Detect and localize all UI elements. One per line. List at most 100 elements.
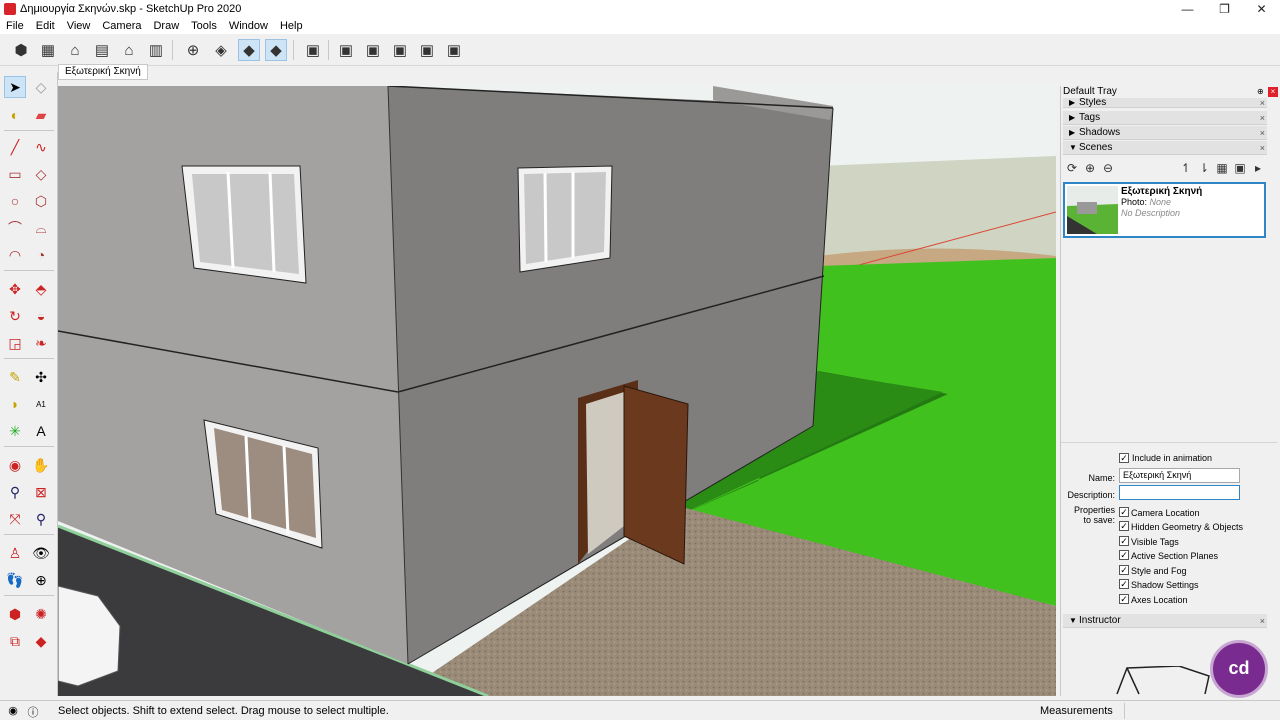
tray-close-button[interactable]: ×	[1268, 87, 1278, 97]
top-view-icon[interactable]: ▦	[37, 39, 59, 61]
zoom-extents-icon[interactable]: ⤧	[4, 508, 26, 530]
style-2-icon[interactable]: ▣	[362, 39, 384, 61]
style-3-icon[interactable]: ▣	[389, 39, 411, 61]
panel-styles[interactable]: ▶ Styles ×	[1063, 98, 1267, 108]
paint-bucket-icon[interactable]: ◐	[4, 104, 26, 126]
xray-icon[interactable]: ⊕	[182, 39, 204, 61]
panel-close-icon[interactable]: ×	[1260, 126, 1265, 140]
extension-warehouse-icon[interactable]: ✺	[30, 603, 52, 625]
view-options-icon[interactable]: ▦	[1213, 161, 1231, 175]
scene-tab[interactable]: Εξωτερική Σκηνή	[58, 64, 148, 80]
dimension-icon[interactable]: ✣	[30, 366, 52, 388]
arc-icon[interactable]: ⌒	[4, 217, 26, 239]
eraser-icon[interactable]: ▰	[30, 104, 52, 126]
visible-tags-checkbox[interactable]: ✓	[1119, 536, 1129, 546]
menu-edit[interactable]: Edit	[30, 20, 61, 32]
pin-icon[interactable]: ⊕	[1257, 88, 1265, 96]
style-4-icon[interactable]: ▣	[416, 39, 438, 61]
menu-help[interactable]: Help	[274, 20, 309, 32]
camera-location-checkbox[interactable]: ✓	[1119, 507, 1129, 517]
extension-manager-icon[interactable]: ◆	[30, 630, 52, 652]
geolocation-icon[interactable]: ◉	[6, 704, 20, 718]
style-1-icon[interactable]: ▣	[335, 39, 357, 61]
shadow-settings-checkbox[interactable]: ✓	[1119, 579, 1129, 589]
panel-close-icon[interactable]: ×	[1260, 614, 1265, 628]
orbit-icon[interactable]: ◉	[4, 454, 26, 476]
info-icon[interactable]: ⓘ	[26, 704, 40, 719]
3d-text-icon[interactable]: A	[30, 420, 52, 442]
expand-icon[interactable]: ▸	[1249, 161, 1267, 175]
front-view-icon[interactable]: ⌂	[64, 39, 86, 61]
monochrome-icon[interactable]: ▣	[302, 39, 324, 61]
left-view-icon[interactable]: ▥	[145, 39, 167, 61]
style-fog-checkbox[interactable]: ✓	[1119, 565, 1129, 575]
hide-details-icon[interactable]: ▣	[1231, 161, 1249, 175]
select-arrow-icon[interactable]: ➤	[4, 76, 26, 98]
polygon-icon[interactable]: ⬡	[30, 190, 52, 212]
pan-icon[interactable]: ✋	[30, 454, 52, 476]
wireframe-icon[interactable]: ◈	[210, 39, 232, 61]
axes-location-checkbox[interactable]: ✓	[1119, 594, 1129, 604]
circle-icon[interactable]: ○	[4, 190, 26, 212]
protractor-icon[interactable]: ◗	[4, 393, 26, 415]
shaded-icon[interactable]: ◆	[238, 39, 260, 61]
panel-close-icon[interactable]: ×	[1260, 111, 1265, 125]
look-around-icon[interactable]: 👁	[30, 542, 52, 564]
rectangle-icon[interactable]: ▭	[4, 163, 26, 185]
zoom-icon[interactable]: ⚲	[4, 481, 26, 503]
active-section-planes-checkbox[interactable]: ✓	[1119, 550, 1129, 560]
update-scene-icon[interactable]: ⟳	[1063, 161, 1081, 175]
maximize-button[interactable]: ❐	[1206, 0, 1243, 18]
menu-tools[interactable]: Tools	[185, 20, 223, 32]
style-5-icon[interactable]: ▣	[443, 39, 465, 61]
menu-file[interactable]: File	[0, 20, 30, 32]
push-pull-icon[interactable]: ⬘	[30, 278, 52, 300]
description-input[interactable]	[1119, 485, 1240, 500]
axes-icon[interactable]: ✳	[4, 420, 26, 442]
name-input[interactable]: Εξωτερική Σκηνή	[1119, 468, 1240, 483]
panel-close-icon[interactable]: ×	[1260, 141, 1265, 155]
scale-icon[interactable]: ◲	[4, 332, 26, 354]
pie-icon[interactable]: ◔	[30, 244, 52, 266]
two-point-arc-icon[interactable]: ⌓	[30, 217, 52, 239]
move-icon[interactable]: ✥	[4, 278, 26, 300]
back-view-icon[interactable]: ⌂	[118, 39, 140, 61]
scene-card[interactable]: Εξωτερική Σκηνή Photo: None No Descripti…	[1063, 182, 1266, 238]
walk-icon[interactable]: 👣	[4, 569, 26, 591]
move-up-icon[interactable]: ↿	[1177, 161, 1195, 175]
position-camera-icon[interactable]: ♙	[4, 542, 26, 564]
menu-window[interactable]: Window	[223, 20, 274, 32]
add-scene-icon[interactable]: ⊕	[1081, 161, 1099, 175]
line-icon[interactable]: ╱	[4, 136, 26, 158]
text-icon[interactable]: A1	[30, 393, 52, 415]
include-animation-checkbox[interactable]: ✓	[1119, 453, 1129, 463]
panel-tags[interactable]: ▶ Tags ×	[1063, 111, 1267, 125]
panel-shadows[interactable]: ▶ Shadows ×	[1063, 126, 1267, 140]
panel-instructor[interactable]: ▼ Instructor ×	[1063, 614, 1267, 628]
tape-measure-icon[interactable]: ✎	[4, 366, 26, 388]
panel-scenes[interactable]: ▼ Scenes ×	[1063, 141, 1267, 155]
offset-icon[interactable]: ❧	[30, 332, 52, 354]
zoom-window-icon[interactable]: ⊠	[30, 481, 52, 503]
move-down-icon[interactable]: ⇂	[1195, 161, 1213, 175]
section-plane-icon[interactable]: ⊕	[30, 569, 52, 591]
three-point-arc-icon[interactable]: ◠	[4, 244, 26, 266]
panel-close-icon[interactable]: ×	[1260, 98, 1265, 107]
warehouse-icon[interactable]: ⬢	[4, 603, 26, 625]
model-viewport[interactable]	[58, 86, 1056, 696]
layout-icon[interactable]: ⧉	[4, 630, 26, 652]
menu-view[interactable]: View	[61, 20, 97, 32]
iso-view-icon[interactable]: ⬢	[10, 39, 32, 61]
menu-camera[interactable]: Camera	[96, 20, 147, 32]
rotate-icon[interactable]: ↻	[4, 305, 26, 327]
rotated-rectangle-icon[interactable]: ◇	[30, 163, 52, 185]
shaded-textures-icon[interactable]: ◆	[265, 39, 287, 61]
lasso-icon[interactable]: ◇	[30, 76, 52, 98]
measurements-box[interactable]	[1124, 703, 1268, 719]
minimize-button[interactable]: —	[1169, 0, 1206, 18]
previous-view-icon[interactable]: ⚲	[30, 508, 52, 530]
freehand-icon[interactable]: ∿	[30, 136, 52, 158]
follow-me-icon[interactable]: ◒	[30, 305, 52, 327]
menu-draw[interactable]: Draw	[147, 20, 185, 32]
hidden-geometry-checkbox[interactable]: ✓	[1119, 521, 1129, 531]
